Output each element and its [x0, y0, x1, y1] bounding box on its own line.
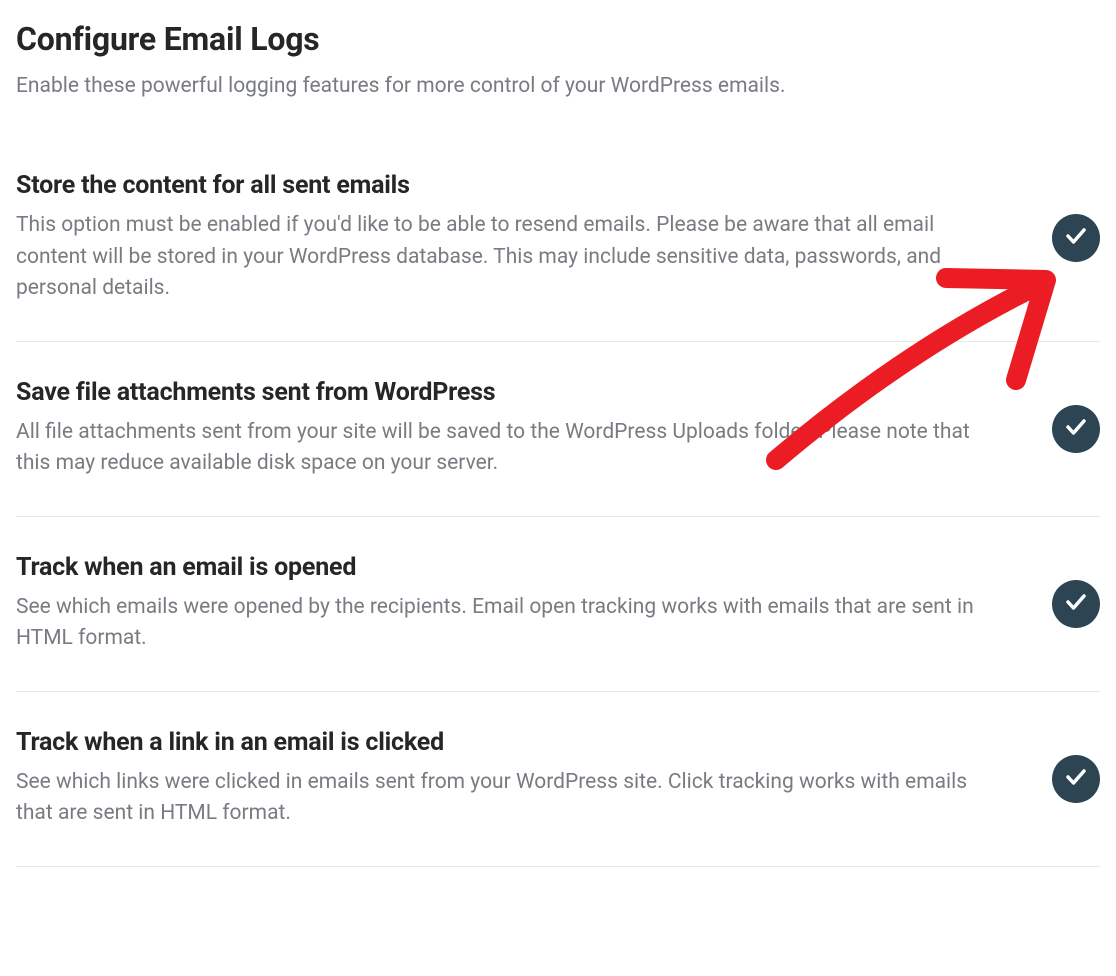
check-icon — [1064, 224, 1088, 252]
option-description: See which links were clicked in emails s… — [16, 767, 986, 830]
page-title: Configure Email Logs — [16, 20, 1100, 58]
option-text: Track when a link in an email is clicked… — [16, 728, 986, 830]
page-subtitle: Enable these powerful logging features f… — [16, 72, 1100, 101]
option-heading: Track when a link in an email is clicked — [16, 728, 986, 757]
option-heading: Track when an email is opened — [16, 553, 986, 582]
check-icon — [1064, 590, 1088, 618]
option-description: See which emails were opened by the reci… — [16, 592, 986, 655]
toggle-save-attachments[interactable] — [1052, 405, 1100, 453]
check-icon — [1064, 765, 1088, 793]
option-store-content: Store the content for all sent emails Th… — [16, 171, 1100, 342]
option-heading: Store the content for all sent emails — [16, 171, 986, 200]
toggle-track-opened[interactable] — [1052, 580, 1100, 628]
option-description: This option must be enabled if you'd lik… — [16, 210, 986, 305]
check-icon — [1064, 415, 1088, 443]
option-description: All file attachments sent from your site… — [16, 417, 986, 480]
option-text: Store the content for all sent emails Th… — [16, 171, 986, 305]
toggle-store-content[interactable] — [1052, 214, 1100, 262]
configure-email-logs-page: Configure Email Logs Enable these powerf… — [16, 20, 1100, 867]
toggle-track-clicked[interactable] — [1052, 755, 1100, 803]
option-track-clicked: Track when a link in an email is clicked… — [16, 728, 1100, 867]
option-track-opened: Track when an email is opened See which … — [16, 553, 1100, 692]
option-text: Track when an email is opened See which … — [16, 553, 986, 655]
option-text: Save file attachments sent from WordPres… — [16, 378, 986, 480]
option-save-attachments: Save file attachments sent from WordPres… — [16, 378, 1100, 517]
option-heading: Save file attachments sent from WordPres… — [16, 378, 986, 407]
